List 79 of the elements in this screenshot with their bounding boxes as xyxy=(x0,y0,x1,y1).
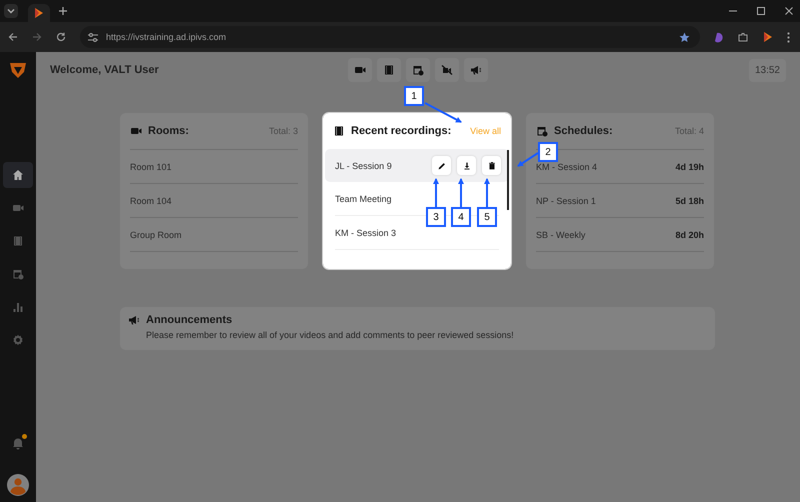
calendar-clock-icon xyxy=(412,64,424,76)
extension-icon[interactable] xyxy=(763,31,773,43)
download-icon xyxy=(462,160,472,170)
room-name[interactable]: Group Room xyxy=(130,230,182,240)
site-settings-icon[interactable] xyxy=(88,32,98,42)
scrollbar[interactable] xyxy=(507,150,509,210)
callout-arrow xyxy=(484,178,490,207)
maximize-icon[interactable] xyxy=(756,6,766,16)
sidebar-item[interactable] xyxy=(3,162,33,188)
download-button[interactable] xyxy=(457,156,476,175)
callout-number: 3 xyxy=(426,207,446,227)
shield-logo-icon[interactable] xyxy=(8,60,28,80)
card-title: Recent recordings: xyxy=(351,125,452,137)
film-icon xyxy=(383,64,395,76)
recording-name: KM - Session 3 xyxy=(335,228,396,238)
megaphone-icon xyxy=(470,64,482,76)
film-icon xyxy=(333,125,345,137)
tab-list-button[interactable] xyxy=(4,4,18,18)
chevron-down-icon xyxy=(6,6,16,16)
announcements-title: Announcements xyxy=(146,314,232,326)
puzzle-icon[interactable] xyxy=(738,32,749,42)
delete-button[interactable] xyxy=(482,156,501,175)
more-menu-icon[interactable] xyxy=(787,32,790,42)
trash-icon xyxy=(486,160,496,170)
camera-icon xyxy=(12,202,24,214)
callout-arrow xyxy=(458,178,464,207)
toolbar-button[interactable] xyxy=(406,58,430,82)
settings-icon xyxy=(12,334,24,346)
toolbar-button[interactable] xyxy=(348,58,372,82)
time-remaining: 5d 18h xyxy=(675,196,704,206)
megaphone-icon xyxy=(128,314,140,326)
time-remaining: 4d 19h xyxy=(675,162,704,172)
room-name[interactable]: Room 104 xyxy=(130,196,172,206)
close-icon[interactable] xyxy=(784,6,794,16)
total-count: Total: 3 xyxy=(268,126,298,136)
film-icon xyxy=(12,235,24,247)
camera-off-icon xyxy=(441,64,453,76)
calendar-clock-icon xyxy=(536,125,548,137)
back-icon[interactable] xyxy=(8,32,18,42)
schedule-name: KM - Session 4 xyxy=(536,162,598,172)
card-title: Schedules: xyxy=(554,125,613,137)
callout-arrow xyxy=(424,102,462,123)
recording-row[interactable]: JL - Session 9 xyxy=(325,149,509,182)
callout-number: 2 xyxy=(538,142,558,162)
card-title: Rooms: xyxy=(148,125,189,137)
camera-icon xyxy=(130,125,142,137)
clock: 13:52 xyxy=(748,58,786,82)
browser-tab[interactable] xyxy=(28,4,50,22)
welcome-title: Welcome, VALT User xyxy=(50,64,160,76)
room-name[interactable]: Room 101 xyxy=(130,162,172,172)
play-logo-icon xyxy=(34,7,44,19)
calendar-clock-icon xyxy=(12,268,24,280)
callout-number: 4 xyxy=(451,207,471,227)
recording-name: Team Meeting xyxy=(335,194,392,204)
toolbar-button[interactable] xyxy=(464,58,488,82)
edit-button[interactable] xyxy=(432,156,451,175)
camera-icon xyxy=(354,64,366,76)
extension-icon[interactable] xyxy=(714,32,724,42)
callout-number: 1 xyxy=(404,86,424,106)
toolbar-button[interactable] xyxy=(435,58,459,82)
home-icon xyxy=(12,169,24,181)
bar-chart-icon xyxy=(12,301,24,313)
schedule-name: SB - Weekly xyxy=(536,230,586,240)
schedule-name: NP - Session 1 xyxy=(536,196,596,206)
new-tab-icon[interactable] xyxy=(58,6,68,16)
recording-name: JL - Session 9 xyxy=(335,160,392,170)
notification-button[interactable] xyxy=(12,437,24,450)
reload-icon[interactable] xyxy=(56,32,66,42)
callout-number: 5 xyxy=(477,207,497,227)
callout-arrow xyxy=(433,178,439,207)
pencil-icon xyxy=(436,160,446,170)
address-bar[interactable]: https://ivstraining.ad.ipivs.com xyxy=(80,26,700,48)
url-text: https://ivstraining.ad.ipivs.com xyxy=(106,32,226,42)
user-avatar[interactable] xyxy=(7,474,29,496)
star-icon[interactable] xyxy=(679,32,690,42)
time-remaining: 8d 20h xyxy=(675,230,704,240)
toolbar-button[interactable] xyxy=(377,58,401,82)
announcement-text: Please remember to review all of your videos and add comments to peer reviewed sessions! xyxy=(146,330,515,340)
total-count: Total: 4 xyxy=(674,126,704,136)
